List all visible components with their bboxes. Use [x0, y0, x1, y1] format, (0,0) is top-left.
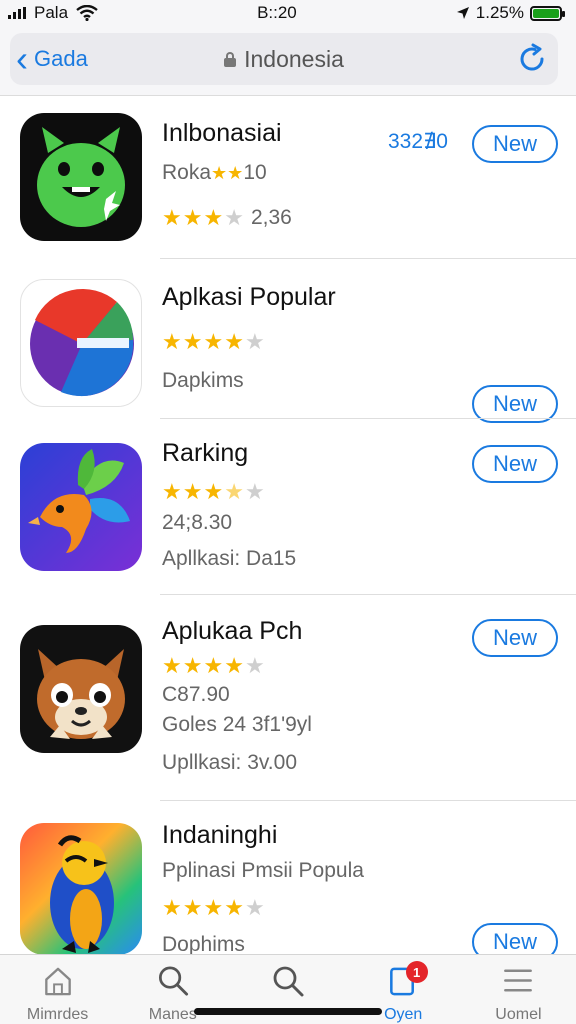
app-name: Indaninghi — [162, 821, 278, 849]
list-item[interactable]: Indaninghi Pplinasi Pmsii Popula ★ ★ ★ ★ ★ D… — [0, 801, 576, 961]
app-name: Inlbonasiai — [162, 119, 282, 147]
app-price-line: 24;8.30 — [162, 511, 233, 534]
app-subtitle-suffix: 10 — [243, 161, 267, 184]
address-bar[interactable]: ‹ Gada Indonesia — [10, 33, 558, 85]
battery-icon — [530, 5, 565, 21]
app-price-line: C87.90 — [162, 683, 230, 706]
app-subtitle: Upllkasi: 3v.00 — [162, 751, 298, 774]
app-subtitle: Roka★★10 — [162, 161, 267, 185]
battery-percent: 1.25% — [475, 3, 524, 22]
page-title: Indonesia — [10, 46, 558, 73]
signal-icon — [8, 7, 26, 19]
app-icon-penguin[interactable] — [20, 823, 142, 955]
star-empty-icon: ★ — [244, 653, 265, 678]
star-icon: ★ — [162, 329, 182, 354]
app-name: Aplukaa Pch — [162, 617, 303, 645]
star-icon: ★ — [182, 895, 203, 920]
star-half-icon: ★ — [224, 479, 244, 504]
star-empty-icon: ★ — [224, 205, 244, 230]
tab-menu[interactable]: Uomel — [461, 955, 576, 1024]
tab-label: Uomel — [495, 1006, 542, 1023]
star-icon: ★ — [203, 329, 224, 354]
app-icon-fox[interactable] — [20, 625, 142, 753]
star-icon: ★★ — [211, 163, 244, 183]
star-icon: ★ — [203, 479, 224, 504]
status-left: Pala — [8, 3, 98, 23]
list-item[interactable]: Rarking ★ ★ ★ ★ ★ 24;8.30 Apllkasi: Da15 New — [0, 419, 576, 595]
home-icon — [44, 967, 71, 996]
rating-stars: ★ ★ ★ ★ 2,36 — [162, 207, 292, 229]
home-indicator[interactable] — [194, 1008, 382, 1015]
rating-stars: ★ ★ ★ ★ ★ — [162, 481, 265, 503]
star-icon: ★ — [162, 895, 182, 920]
star-icon: ★ — [224, 653, 244, 678]
star-icon: ★ — [224, 895, 244, 920]
list-item[interactable]: Aplkasi Popular ★ ★ ★ ★ ★ Dapkims New — [0, 259, 576, 423]
rating-stars: ★ ★ ★ ★ ★ — [162, 897, 265, 919]
tab-label: Oyen — [384, 1006, 423, 1023]
notification-badge: 1 — [405, 961, 428, 983]
page-title-text: Indonesia — [244, 46, 344, 72]
nav-bar: ‹ Gada Indonesia — [0, 26, 576, 96]
star-empty-icon: ★ — [244, 329, 265, 354]
star-icon: ★ — [162, 479, 182, 504]
new-button[interactable]: New — [472, 125, 558, 163]
star-icon: ★ — [162, 205, 182, 230]
star-icon: ★ — [182, 329, 203, 354]
star-icon: ★ — [182, 205, 203, 230]
app-subtitle-prefix: Roka — [162, 161, 212, 184]
star-empty-icon: ★ — [244, 479, 265, 504]
status-time: B::20 — [257, 3, 297, 22]
search-icon — [158, 966, 188, 996]
status-right: 1.25% — [456, 3, 565, 23]
star-icon: ★ — [203, 205, 224, 230]
app-subtitle: Dapkims — [162, 369, 244, 392]
star-empty-icon: ★ — [244, 895, 265, 920]
refresh-icon[interactable] — [516, 43, 548, 75]
rating-count: 2,36 — [250, 206, 292, 229]
new-button[interactable]: New — [472, 445, 558, 483]
location-arrow-icon — [456, 7, 469, 19]
list-item[interactable]: Aplukaa Pch ★ ★ ★ ★ ★ C87.90 Goles 24 3f1'9y… — [0, 595, 576, 801]
status-bar: Pala B::20 1.25% — [0, 0, 576, 26]
wifi-icon — [76, 5, 98, 21]
search-icon — [273, 966, 304, 997]
rating-stars: ★ ★ ★ ★ ★ — [162, 655, 265, 677]
app-subtitle: Apllkasi: Da15 — [162, 547, 297, 570]
star-icon: ★ — [182, 653, 203, 678]
rating-stars: ★ ★ ★ ★ ★ — [162, 331, 265, 353]
app-subtitle: Pplinasi Pmsii Popula — [162, 859, 364, 882]
app-name: Rarking — [162, 439, 249, 467]
tab-label: Mimrdes — [26, 1006, 89, 1023]
app-icon-bird[interactable] — [20, 443, 142, 571]
app-name: Aplkasi Popular — [162, 283, 336, 311]
app-icon-popular-logo[interactable] — [20, 279, 142, 407]
star-icon: ★ — [162, 653, 182, 678]
price-label: 332∄0 — [388, 130, 448, 153]
star-icon: ★ — [203, 895, 224, 920]
star-icon: ★ — [203, 653, 224, 678]
tab-home[interactable]: Mimrdes — [0, 955, 115, 1024]
menu-icon — [504, 969, 533, 992]
star-icon: ★ — [182, 479, 203, 504]
star-icon: ★ — [224, 329, 244, 354]
lock-icon — [224, 52, 237, 67]
tab-bar: Mimrdes Manes 1 Oyen Uomel — [0, 954, 576, 1024]
new-button[interactable]: New — [472, 619, 558, 657]
app-meta: Goles 24 3f1'9yl — [162, 713, 312, 736]
app-icon-green-monster[interactable] — [20, 113, 142, 241]
list-item[interactable]: Inlbonasiai Roka★★10 ★ ★ ★ ★ 2,36 332∄0 New — [0, 97, 576, 259]
tab-label: Manes — [148, 1006, 197, 1023]
carrier-label: Pala — [34, 3, 69, 22]
